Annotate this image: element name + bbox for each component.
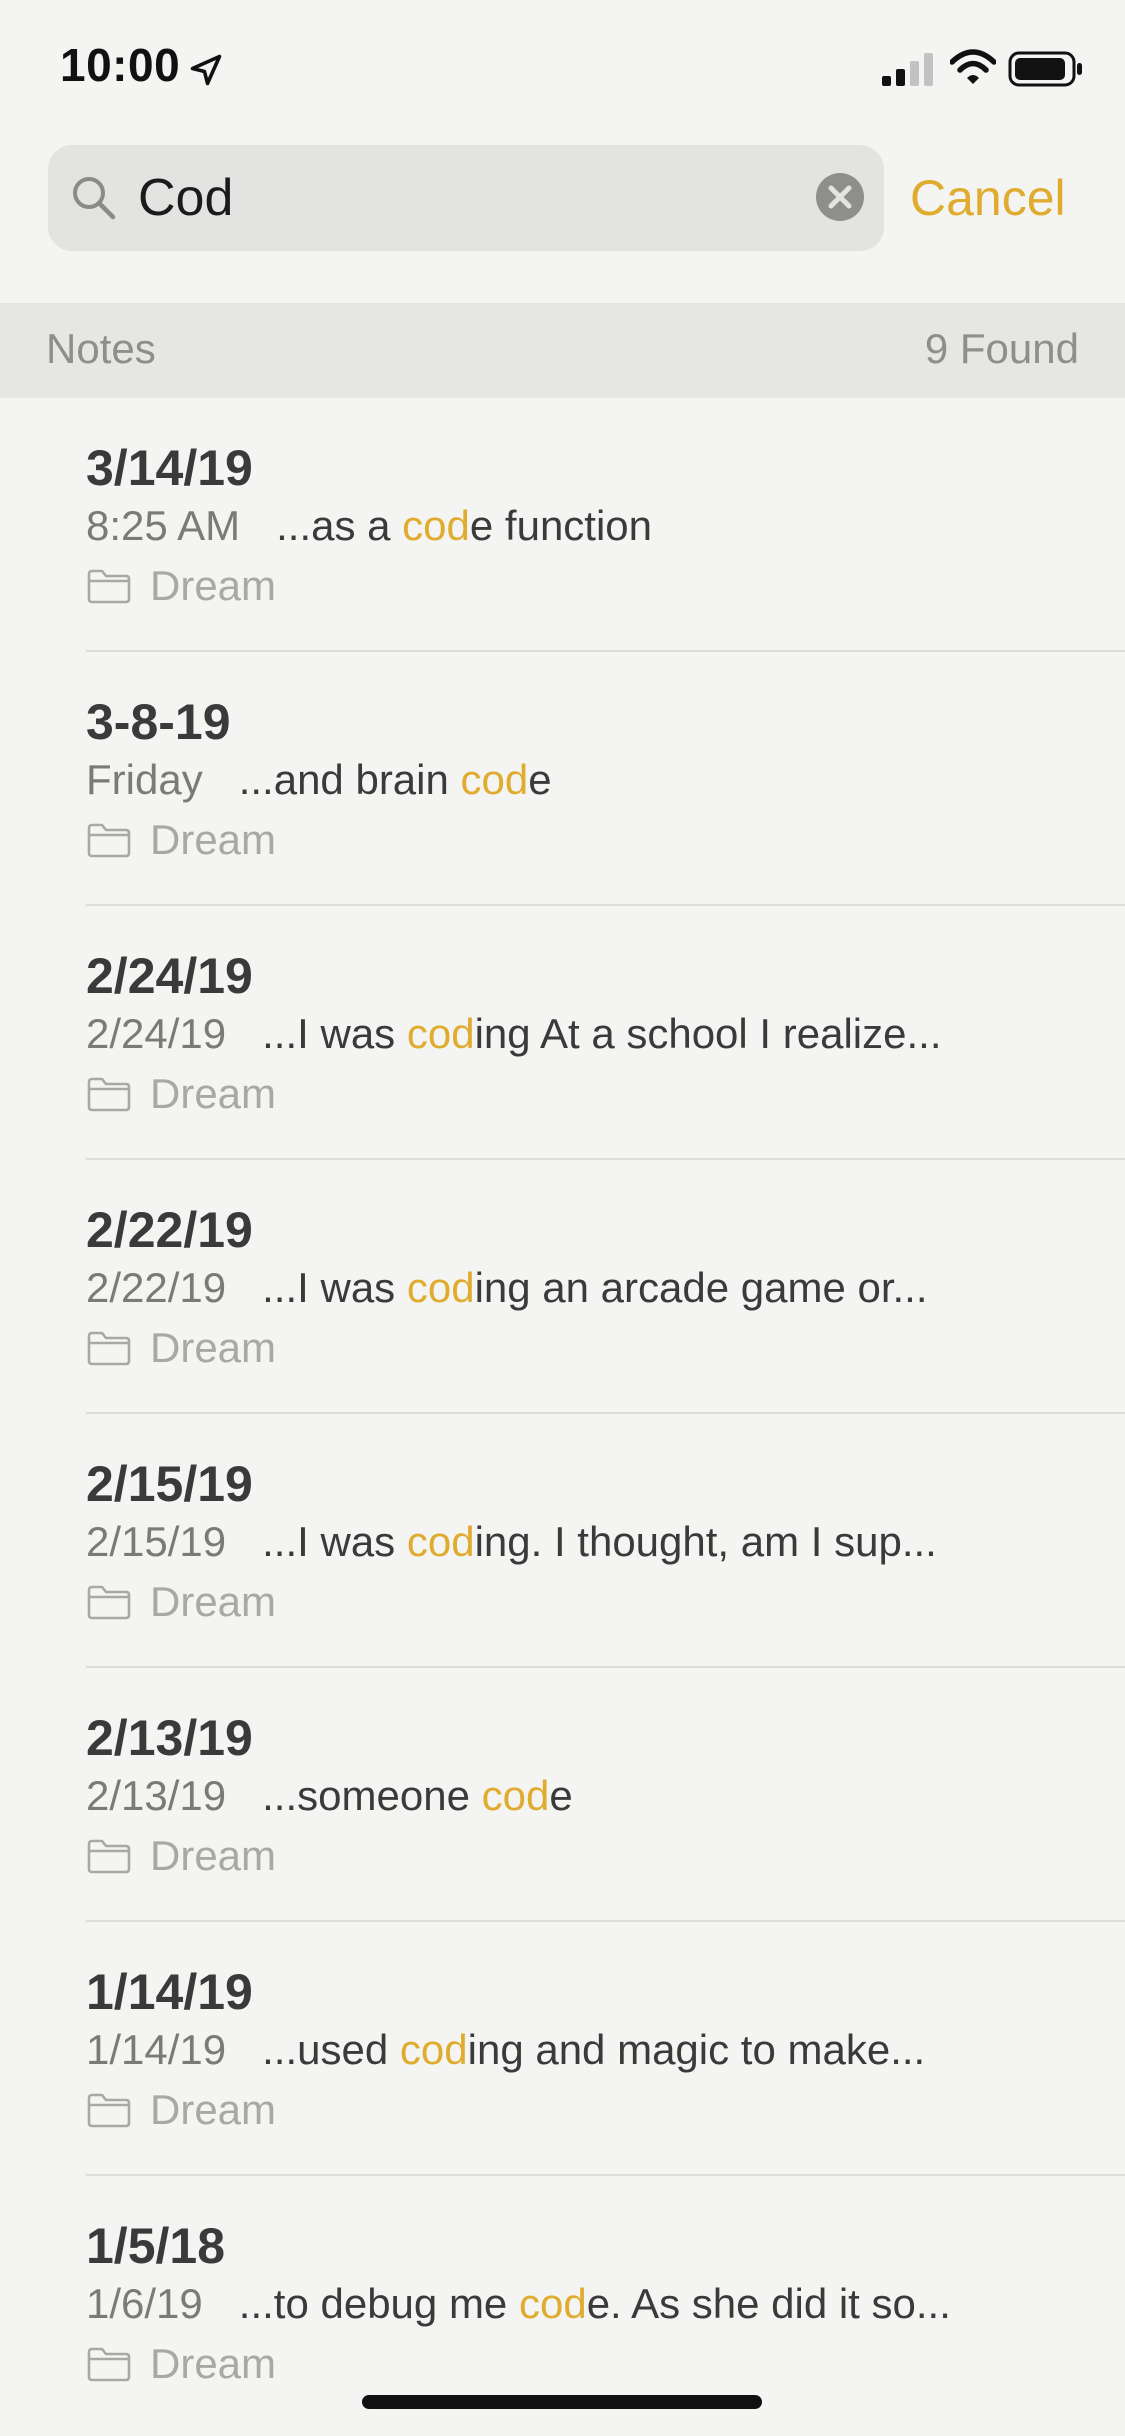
cellular-signal-icon — [882, 53, 933, 86]
note-snippet: ...as a — [276, 502, 403, 549]
note-folder: Dream — [86, 1320, 276, 1376]
folder-name: Dream — [150, 1578, 277, 1625]
note-list-item[interactable]: 2/24/19 2/24/19 ...I was coding At a scho… — [86, 906, 1125, 1160]
note-folder: Dream — [86, 558, 276, 614]
note-title: 2/24/19 — [86, 948, 253, 1004]
folder-icon — [87, 1839, 131, 1874]
note-meta: Friday ...and brain code — [86, 752, 552, 808]
note-date: 1/6/19 — [86, 2280, 203, 2327]
location-arrow-icon — [190, 54, 222, 86]
note-folder: Dream — [86, 1066, 276, 1122]
note-title: 2/15/19 — [86, 1456, 253, 1512]
note-snippet-rest: ing and magic to make... — [467, 2026, 926, 2073]
note-date: 1/14/19 — [86, 2026, 227, 2073]
note-snippet: ...used — [262, 2026, 400, 2073]
note-date: Friday — [86, 756, 203, 803]
note-meta: 2/24/19 ...I was coding At a school I rea… — [86, 1006, 941, 1062]
note-title: 2/13/19 — [86, 1710, 253, 1766]
snippet-highlight: cod — [406, 1518, 475, 1565]
folder-icon — [87, 569, 131, 604]
results-section-header: Notes 9 Found — [0, 303, 1125, 398]
folder-icon — [87, 1331, 131, 1366]
note-title: 3-8-19 — [86, 694, 231, 750]
note-meta: 1/14/19 ...used coding and magic to make.… — [86, 2022, 925, 2078]
cancel-button[interactable]: Cancel — [910, 165, 1066, 231]
note-folder: Dream — [86, 1828, 276, 1884]
note-title: 1/14/19 — [86, 1964, 253, 2020]
folder-name: Dream — [150, 2340, 277, 2387]
status-bar: 10:00 — [0, 0, 1125, 140]
note-snippet-rest: ing. I thought, am I sup... — [474, 1518, 937, 1565]
note-date: 2/22/19 — [86, 1264, 227, 1311]
folder-icon — [87, 1585, 131, 1620]
note-date: 2/24/19 — [86, 1010, 227, 1057]
note-meta: 8:25 AM ...as a code function — [86, 498, 652, 554]
note-title: 3/14/19 — [86, 440, 253, 496]
snippet-highlight: cod — [481, 1772, 550, 1819]
wifi-icon — [950, 49, 996, 84]
status-time: 10:00 — [60, 39, 181, 91]
folder-icon — [87, 1077, 131, 1112]
snippet-highlight: cod — [518, 2280, 587, 2327]
clear-search-icon[interactable] — [814, 171, 866, 223]
note-meta: 1/6/19 ...to debug me code. As she did it… — [86, 2276, 951, 2332]
note-list-item[interactable]: 3/14/19 8:25 AM ...as a code function Dre… — [86, 398, 1125, 652]
note-snippet-rest: e function — [469, 502, 653, 549]
note-folder: Dream — [86, 2336, 276, 2392]
note-date: 2/13/19 — [86, 1772, 227, 1819]
search-icon — [73, 177, 116, 220]
section-title: Notes — [46, 325, 156, 372]
note-snippet-rest: e. As she did it so... — [586, 2280, 951, 2327]
folder-name: Dream — [150, 2086, 277, 2133]
search-query-text[interactable]: Cod — [138, 165, 233, 231]
snippet-highlight: cod — [402, 502, 470, 549]
note-snippet: ...and brain — [238, 756, 461, 803]
folder-name: Dream — [150, 562, 277, 609]
note-folder: Dream — [86, 812, 276, 868]
note-date: 8:25 AM — [86, 502, 241, 549]
note-snippet-rest: e — [549, 1772, 573, 1819]
note-meta: 2/15/19 ...I was coding. I thought, am I … — [86, 1514, 937, 1570]
snippet-highlight: cod — [399, 2026, 468, 2073]
note-results-list: 3/14/19 8:25 AM ...as a code function Dre… — [0, 398, 1125, 2430]
note-meta: 2/22/19 ...I was coding an arcade game or… — [86, 1260, 928, 1316]
note-list-item[interactable]: 3-8-19 Friday ...and brain code Dream — [86, 652, 1125, 906]
search-input[interactable]: Cod — [48, 145, 884, 251]
note-folder: Dream — [86, 2082, 276, 2138]
note-list-item[interactable]: 2/15/19 2/15/19 ...I was coding. I though… — [86, 1414, 1125, 1668]
note-list-item[interactable]: 2/13/19 2/13/19 ...someone code Dream — [86, 1668, 1125, 1922]
note-date: 2/15/19 — [86, 1518, 227, 1565]
folder-icon — [87, 2347, 131, 2382]
note-folder: Dream — [86, 1574, 276, 1630]
snippet-highlight: cod — [406, 1264, 475, 1311]
battery-icon — [1008, 51, 1082, 87]
note-snippet-rest: ing an arcade game or... — [474, 1264, 928, 1311]
folder-name: Dream — [150, 816, 277, 863]
folder-name: Dream — [150, 1832, 277, 1879]
folder-icon — [87, 2093, 131, 2128]
folder-name: Dream — [150, 1070, 277, 1117]
note-list-item[interactable]: 1/14/19 1/14/19 ...used coding and magic … — [86, 1922, 1125, 2176]
note-meta: 2/13/19 ...someone code — [86, 1768, 573, 1824]
home-indicator[interactable] — [362, 2395, 762, 2409]
note-snippet: ...I was — [262, 1010, 407, 1057]
note-snippet: ...someone — [262, 1772, 482, 1819]
folder-name: Dream — [150, 1324, 277, 1371]
snippet-highlight: cod — [460, 756, 529, 803]
note-snippet-rest: e — [528, 756, 552, 803]
folder-icon — [87, 823, 131, 858]
note-title: 2/22/19 — [86, 1202, 253, 1258]
note-snippet: ...I was — [262, 1518, 407, 1565]
note-snippet: ...to debug me — [238, 2280, 519, 2327]
note-list-item[interactable]: 1/5/18 1/6/19 ...to debug me code. As she… — [86, 2176, 1125, 2430]
note-title: 1/5/18 — [86, 2218, 226, 2274]
note-list-item[interactable]: 2/22/19 2/22/19 ...I was coding an arcade… — [86, 1160, 1125, 1414]
snippet-highlight: cod — [406, 1010, 475, 1057]
note-snippet: ...I was — [262, 1264, 407, 1311]
results-count: 9 Found — [924, 325, 1079, 372]
note-snippet-rest: ing At a school I realize... — [474, 1010, 942, 1057]
